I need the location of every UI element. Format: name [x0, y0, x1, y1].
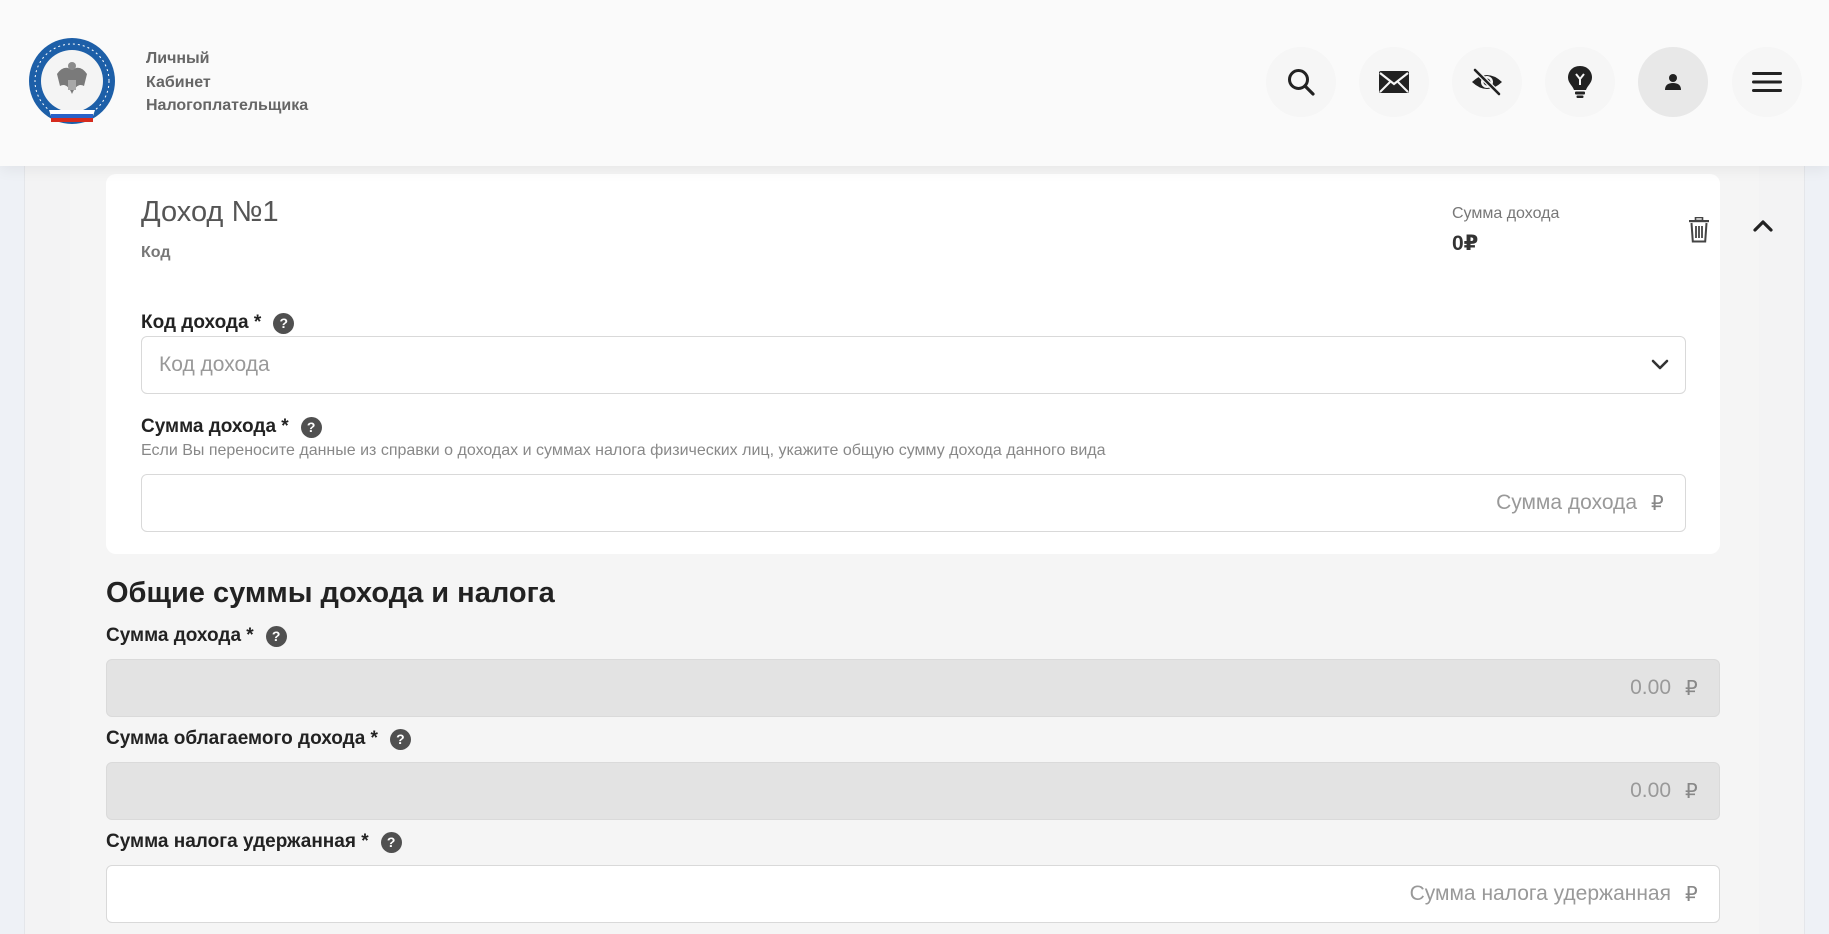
withheld-tax-label-text: Сумма налога удержанная *: [106, 831, 369, 852]
ruble-icon: ₽: [1685, 883, 1698, 906]
income-code-label: Код дохода * ?: [141, 312, 295, 334]
search-button[interactable]: [1266, 47, 1336, 117]
totals-section-title: Общие суммы дохода и налога: [106, 577, 555, 609]
income-sum-input[interactable]: Сумма дохода ₽: [141, 474, 1686, 532]
help-icon[interactable]: ?: [389, 728, 411, 750]
income-card-title: Доход №1: [141, 196, 279, 228]
income-card-sum-label: Сумма дохода: [1452, 205, 1560, 222]
total-income-label-text: Сумма дохода *: [106, 625, 254, 646]
profile-button[interactable]: [1638, 47, 1708, 117]
menu-icon: [1752, 72, 1782, 92]
taxable-income-value: 0.00: [1630, 779, 1671, 802]
help-icon[interactable]: ?: [300, 416, 322, 438]
user-icon: [1665, 74, 1681, 90]
trash-icon[interactable]: [1688, 217, 1710, 243]
lightbulb-icon: [1568, 66, 1592, 98]
income-card: Доход №1 Код Сумма дохода 0₽ Код дохода …: [106, 174, 1773, 554]
withheld-tax-input[interactable]: Сумма налога удержанная ₽: [106, 865, 1720, 923]
income-code-label-text: Код дохода *: [141, 312, 262, 333]
income-card-subtitle: Код: [141, 244, 171, 261]
income-sum-label-text: Сумма дохода *: [141, 416, 289, 437]
eye-off-icon: [1472, 68, 1502, 96]
chevron-up-icon[interactable]: [1752, 218, 1774, 234]
income-code-select[interactable]: Код дохода: [141, 336, 1686, 394]
withheld-tax-placeholder: Сумма налога удержанная: [1409, 882, 1671, 905]
income-card-sum-value: 0₽: [1452, 232, 1479, 255]
brand-line-3: Налогоплательщика: [146, 97, 309, 114]
income-sum-placeholder: Сумма дохода: [1496, 491, 1637, 514]
chevron-down-icon: [1635, 358, 1685, 372]
main-menu-button[interactable]: [1732, 47, 1802, 117]
income-sum-label: Сумма дохода * ?: [141, 416, 322, 438]
income-sum-hint: Если Вы переносите данные из справки о д…: [141, 442, 1106, 459]
withheld-tax-label: Сумма налога удержанная * ?: [106, 831, 402, 853]
ruble-icon: ₽: [1685, 780, 1698, 803]
taxable-income-label-text: Сумма облагаемого дохода *: [106, 728, 378, 749]
help-icon[interactable]: ?: [273, 312, 295, 334]
search-icon: [1288, 69, 1315, 96]
total-income-label: Сумма дохода * ?: [106, 625, 287, 647]
mail-icon: [1379, 71, 1409, 93]
help-icon[interactable]: ?: [265, 625, 287, 647]
total-income-value: 0.00: [1630, 676, 1671, 699]
messages-button[interactable]: [1359, 47, 1429, 117]
brand-line-1: Личный: [146, 50, 210, 67]
brand-line-2: Кабинет: [146, 73, 211, 91]
top-header: Личный Кабинет Налогоплательщика: [0, 0, 1829, 166]
ideas-button[interactable]: [1545, 47, 1615, 117]
income-code-placeholder: Код дохода: [159, 353, 270, 376]
taxable-income-label: Сумма облагаемого дохода * ?: [106, 728, 411, 750]
fns-logo[interactable]: [27, 36, 117, 126]
help-icon[interactable]: ?: [380, 831, 402, 853]
visually-impaired-button[interactable]: [1452, 47, 1522, 117]
taxable-income-field: 0.00 ₽: [106, 762, 1720, 820]
brand-title[interactable]: Личный Кабинет Налогоплательщика: [146, 47, 308, 118]
ruble-icon: ₽: [1685, 677, 1698, 700]
total-income-field: 0.00 ₽: [106, 659, 1720, 717]
ruble-icon: ₽: [1651, 492, 1664, 515]
